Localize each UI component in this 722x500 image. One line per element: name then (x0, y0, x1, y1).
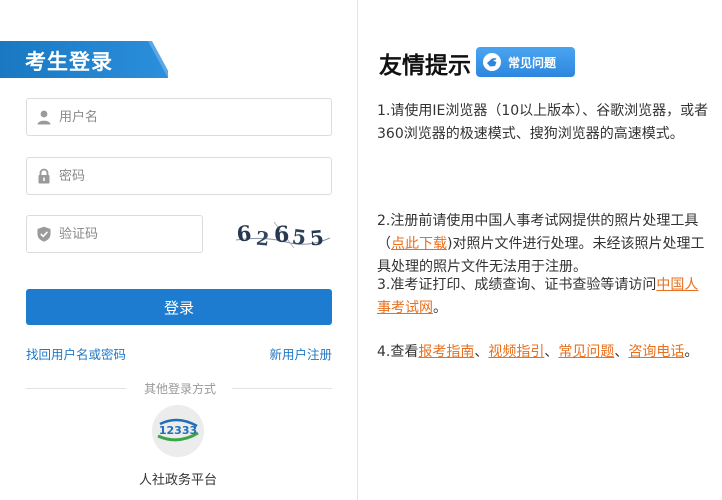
tips-panel: 友情提示 常见问题 1.请使用IE浏览器（10以上版本）、谷歌浏览器，或者360… (358, 0, 722, 500)
username-field[interactable] (26, 98, 332, 136)
login-title: 考生登录 (25, 50, 113, 74)
user-icon (37, 110, 51, 125)
login-panel: 考生登录 6 2 6 5 5 登录 找回用户名或密码 新用户注册 (0, 0, 357, 500)
shield-icon (37, 226, 51, 242)
tip-photo-tool: 2.注册前请使用中国人事考试网提供的照片处理工具（点此下载)对照片文件进行处理。… (377, 210, 709, 279)
captcha-char: 5 (309, 225, 325, 250)
hrss-platform-logo[interactable]: 12333 (152, 405, 204, 457)
faq-link[interactable]: 常见问题 (558, 344, 614, 360)
faq-badge-button[interactable]: 常见问题 (476, 47, 575, 77)
captcha-field[interactable] (26, 215, 203, 253)
captcha-char: 6 (235, 220, 252, 246)
hrss-platform-label: 人社政务平台 (138, 473, 217, 488)
video-guide-link[interactable]: 视频指引 (488, 344, 544, 360)
password-field[interactable] (26, 157, 332, 195)
tips-title: 友情提示 (379, 53, 471, 79)
captcha-image[interactable]: 6 2 6 5 5 (234, 214, 332, 254)
other-login-methods-label: 其他登录方式 (143, 382, 216, 396)
captcha-char: 2 (255, 228, 270, 251)
tip-text: 3.准考证打印、成绩查询、证书查验等请访问 (377, 277, 657, 293)
pointing-hand-icon (483, 53, 501, 71)
register-link[interactable]: 新用户注册 (269, 344, 332, 363)
captcha-input[interactable] (59, 216, 194, 252)
tip-text: 。 (433, 300, 447, 316)
lock-icon (38, 168, 50, 184)
hotline-link[interactable]: 咨询电话 (628, 344, 684, 360)
download-tool-link[interactable]: 点此下载 (391, 236, 447, 252)
login-title-banner: 考生登录 (0, 41, 168, 78)
tip-resources: 4.查看报考指南、视频指引、常见问题、咨询电话。 (377, 341, 709, 364)
tip-browser: 1.请使用IE浏览器（10以上版本）、谷歌浏览器，或者360浏览器的极速模式、搜… (377, 103, 709, 142)
tip-text: 4.查看 (377, 344, 419, 360)
recover-account-link[interactable]: 找回用户名或密码 (26, 344, 126, 363)
divider-right (232, 388, 332, 389)
faq-badge-label: 常见问题 (508, 56, 557, 70)
tip-separator: 、 (474, 344, 489, 360)
tip-text: 。 (684, 344, 699, 360)
tip-separator: 、 (614, 344, 629, 360)
divider-left (26, 388, 126, 389)
username-input[interactable] (59, 99, 319, 135)
captcha-char: 5 (291, 224, 308, 250)
tip-admission-ticket: 3.准考证打印、成绩查询、证书查验等请访问中国人事考试网。 (377, 274, 709, 320)
exam-guide-link[interactable]: 报考指南 (418, 344, 474, 360)
tip-separator: 、 (544, 344, 559, 360)
captcha-char: 6 (273, 222, 290, 249)
password-input[interactable] (59, 158, 319, 194)
logo-text: 12333 (159, 424, 197, 437)
login-button[interactable]: 登录 (26, 289, 332, 325)
